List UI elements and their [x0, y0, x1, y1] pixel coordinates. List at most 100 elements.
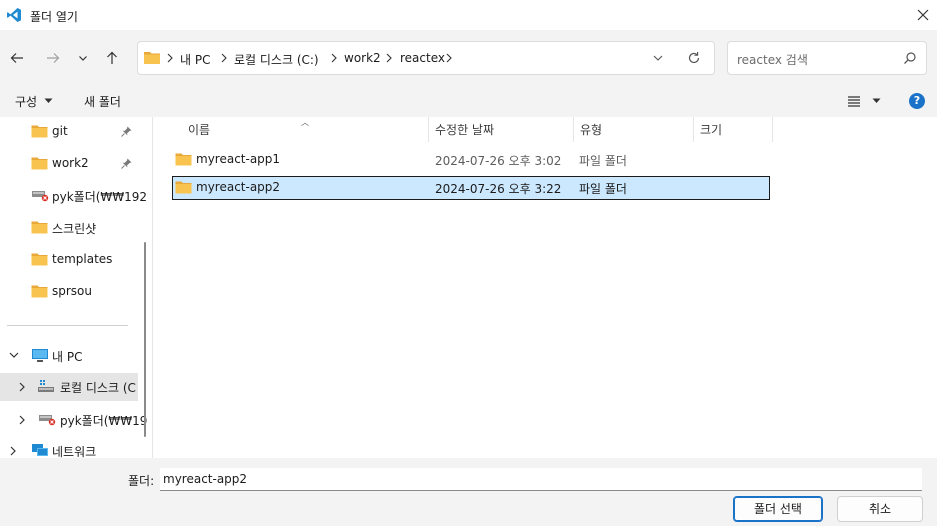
sidebar-item-screenshots[interactable]: 스크린샷 — [0, 214, 138, 242]
folder-icon — [31, 221, 48, 234]
column-header-size[interactable]: 크기 — [700, 121, 722, 138]
chevron-right-icon[interactable] — [18, 382, 26, 392]
sidebar-item-label: templates — [52, 252, 113, 266]
sidebar-item-label: 네트워크 — [52, 445, 97, 458]
column-header-date[interactable]: 수정한 날짜 — [435, 121, 494, 138]
vscode-icon — [7, 8, 21, 22]
sidebar-item-label: 스크린샷 — [52, 222, 97, 236]
command-bar: 구성 새 폴더 ? — [0, 86, 937, 117]
sidebar-item-work2[interactable]: work2 — [0, 150, 138, 178]
network-icon — [32, 444, 48, 456]
column-header-name[interactable]: 이름 — [188, 121, 210, 138]
title-bar: 폴더 열기 — [0, 0, 937, 30]
breadcrumb-local-disk[interactable]: 로컬 디스크 (C:) — [234, 51, 319, 68]
folder-icon — [31, 157, 48, 170]
view-list-icon[interactable] — [847, 95, 861, 107]
search-placeholder: reactex 검색 — [737, 53, 808, 67]
chevron-right-icon — [221, 53, 227, 63]
sidebar-item-network-share[interactable]: pyk폴더(₩₩192 — [0, 182, 147, 210]
chevron-right-icon — [331, 53, 337, 63]
file-type: 파일 폴더 — [579, 154, 627, 168]
sidebar-item-label: work2 — [52, 156, 89, 170]
sidebar-item-label: git — [52, 124, 68, 138]
sort-ascending-icon: ︿ — [301, 118, 309, 127]
caret-down-icon[interactable] — [872, 98, 881, 104]
network-drive-icon — [32, 191, 49, 202]
breadcrumb-this-pc[interactable]: 내 PC — [180, 51, 210, 68]
search-icon — [904, 52, 916, 64]
select-folder-button[interactable]: 폴더 선택 — [733, 496, 823, 522]
sidebar-item-label: pyk폴더(₩₩19 — [60, 414, 148, 428]
chevron-right-icon[interactable] — [18, 415, 26, 425]
chevron-down-icon[interactable] — [9, 351, 19, 359]
help-icon[interactable]: ? — [909, 93, 925, 109]
sidebar-item-network-share-2[interactable]: pyk폴더(₩₩19 — [0, 406, 147, 434]
folder-label: 폴더: — [128, 474, 155, 488]
column-divider[interactable] — [573, 117, 574, 142]
sidebar-item-label: 내 PC — [52, 350, 83, 364]
up-button[interactable] — [101, 47, 123, 69]
address-bar[interactable]: 내 PC 로컬 디스크 (C:) work2 reactex — [137, 41, 715, 75]
computer-icon — [32, 349, 48, 362]
folder-icon — [175, 181, 192, 194]
new-folder-button[interactable]: 새 폴더 — [84, 93, 121, 110]
sidebar-divider — [7, 325, 128, 326]
file-type: 파일 폴더 — [579, 182, 627, 196]
network-drive-icon — [39, 415, 56, 426]
sidebar-scrollbar[interactable] — [144, 242, 146, 437]
up-arrow-icon — [107, 51, 117, 64]
breadcrumb-work2[interactable]: work2 — [344, 51, 381, 65]
file-date: 2024-07-26 오후 3:22 — [435, 182, 562, 196]
sidebar-item-label: 로컬 디스크 (C — [60, 381, 136, 395]
file-row[interactable]: myreact-app2 2024-07-26 오후 3:22 파일 폴더 — [172, 176, 770, 200]
cancel-button[interactable]: 취소 — [837, 496, 923, 522]
folder-icon — [175, 153, 192, 166]
forward-button[interactable] — [42, 47, 64, 69]
file-row[interactable]: myreact-app1 2024-07-26 오후 3:02 파일 폴더 — [172, 148, 770, 172]
sidebar-item-templates[interactable]: templates — [0, 246, 138, 274]
folder-name-input[interactable] — [160, 468, 922, 491]
close-icon[interactable] — [914, 6, 932, 24]
caret-down-icon — [44, 98, 53, 103]
recent-locations-button[interactable] — [72, 47, 94, 69]
navigation-pane: git work2 pyk폴더(₩₩192 스크린샷 templates spr… — [0, 117, 152, 458]
back-arrow-icon — [10, 53, 23, 63]
chevron-right-icon — [386, 53, 392, 63]
column-header-type[interactable]: 유형 — [580, 121, 602, 138]
drive-icon — [38, 380, 54, 392]
sidebar-item-sprsou[interactable]: sprsou — [0, 278, 138, 306]
sidebar-item-this-pc[interactable]: 내 PC — [0, 342, 138, 370]
sidebar-item-local-disk[interactable]: 로컬 디스크 (C — [0, 373, 138, 401]
folder-icon — [31, 253, 48, 266]
breadcrumb-reactex[interactable]: reactex — [400, 51, 445, 65]
column-divider[interactable] — [428, 117, 429, 142]
window-title: 폴더 열기 — [30, 10, 78, 24]
refresh-icon[interactable] — [687, 51, 701, 65]
file-name: myreact-app1 — [196, 152, 281, 166]
sidebar-item-label: pyk폴더(₩₩192 — [52, 190, 148, 204]
organize-button[interactable]: 구성 — [15, 93, 37, 110]
file-date: 2024-07-26 오후 3:02 — [435, 154, 562, 168]
folder-icon — [31, 285, 48, 298]
column-divider[interactable] — [693, 117, 694, 142]
pin-icon — [121, 126, 132, 137]
chevron-right-icon — [446, 53, 452, 63]
column-divider[interactable] — [772, 117, 773, 142]
dialog-footer: 폴더: 폴더 선택 취소 — [0, 458, 937, 526]
folder-icon — [31, 125, 48, 138]
folder-icon — [144, 52, 160, 64]
recent-dropdown-icon — [79, 56, 87, 61]
sidebar-item-network[interactable]: 네트워크 — [0, 437, 138, 458]
chevron-right-icon[interactable] — [9, 446, 17, 456]
address-dropdown-icon[interactable] — [652, 52, 664, 64]
file-list: ︿ 이름 수정한 날짜 유형 크기 myreact-app1 2024-07-2… — [152, 117, 937, 458]
pin-icon — [121, 158, 132, 169]
search-box[interactable]: reactex 검색 — [727, 41, 927, 75]
navigation-bar: 내 PC 로컬 디스크 (C:) work2 reactex reactex 검… — [0, 30, 937, 86]
chevron-right-icon — [167, 53, 173, 63]
file-name: myreact-app2 — [196, 180, 281, 194]
sidebar-item-label: sprsou — [52, 284, 93, 298]
sidebar-item-git[interactable]: git — [0, 118, 138, 146]
back-button[interactable] — [6, 47, 28, 69]
forward-arrow-icon — [47, 53, 60, 63]
